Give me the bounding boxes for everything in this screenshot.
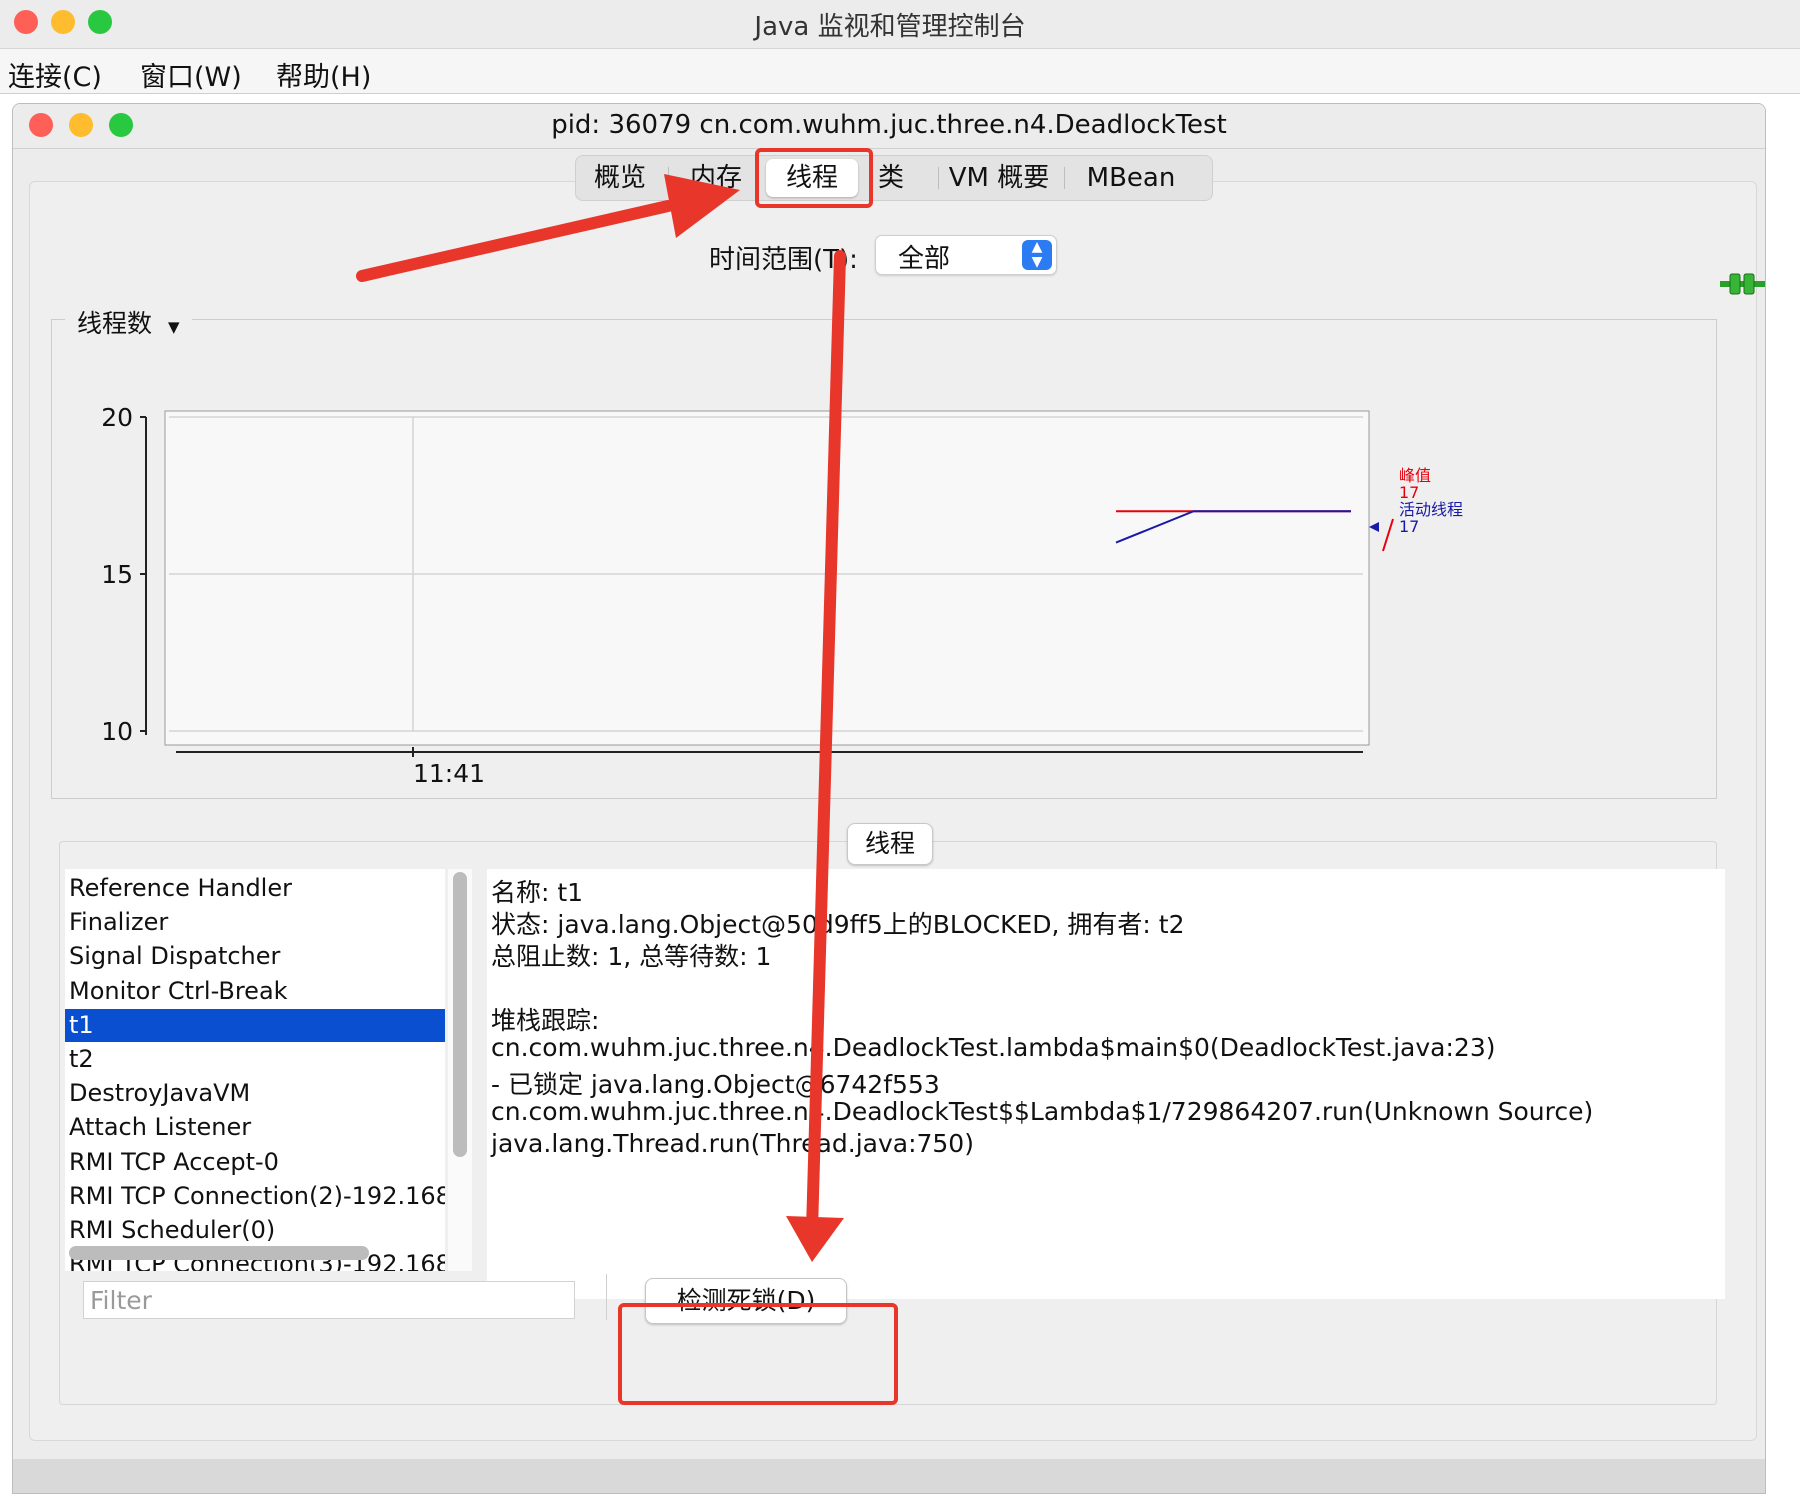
thread-list-horizontal-scrollbar[interactable] bbox=[69, 1246, 369, 1260]
inner-title-bar: pid: 36079 cn.com.wuhm.juc.three.n4.Dead… bbox=[13, 104, 1765, 149]
plot-area bbox=[164, 410, 1370, 746]
thread-detail-line: - 已锁定 java.lang.Object@6742f553 bbox=[491, 1070, 940, 1099]
annotation-highlight-threads-tab bbox=[755, 148, 873, 208]
thread-detail-line: 名称: t1 bbox=[491, 878, 584, 907]
thread-list-item[interactable]: RMI TCP Connection(2)-192.168 bbox=[65, 1180, 445, 1213]
y-tick-label: 10 bbox=[101, 717, 133, 746]
outer-window-title: Java 监视和管理控制台 bbox=[754, 12, 1026, 42]
thread-list-vertical-scrollbar[interactable] bbox=[453, 872, 467, 1157]
tab-vm-summary[interactable]: VM 概要 bbox=[940, 156, 1058, 200]
current-value-marker bbox=[1369, 522, 1379, 532]
thread-detail-line: 状态: java.lang.Object@50d9ff5上的BLOCKED, 拥… bbox=[491, 910, 1185, 939]
x-tick-label: 11:41 bbox=[413, 759, 485, 788]
menu-window[interactable]: 窗口(W) bbox=[140, 55, 242, 94]
tab-memory[interactable]: 内存 bbox=[670, 156, 762, 200]
thread-detail-line: java.lang.Thread.run(Thread.java:750) bbox=[491, 1129, 974, 1158]
tab-bar: 概览 内存 线程 类 VM 概要 MBean bbox=[575, 155, 1213, 201]
tab-divider bbox=[668, 167, 669, 189]
tab-divider bbox=[1064, 167, 1065, 189]
inner-window-title: pid: 36079 cn.com.wuhm.juc.three.n4.Dead… bbox=[551, 110, 1227, 140]
menu-connect[interactable]: 连接(C) bbox=[8, 55, 102, 94]
thread-count-chart: 20151011:41峰值17活动线程17 bbox=[101, 403, 1463, 788]
y-tick-label: 20 bbox=[101, 403, 133, 432]
thread-detail-line: cn.com.wuhm.juc.three.n4.DeadlockTest$$L… bbox=[491, 1097, 1594, 1126]
thread-list-item[interactable]: t2 bbox=[65, 1043, 445, 1076]
split-divider[interactable] bbox=[473, 869, 487, 1271]
connection-status-icon bbox=[1720, 273, 1765, 295]
time-range-value: 全部 bbox=[898, 244, 951, 274]
legend-connector bbox=[1382, 518, 1394, 552]
time-range-label: 时间范围(T): bbox=[709, 245, 858, 275]
thread-list-item[interactable]: RMI TCP Accept-0 bbox=[65, 1146, 445, 1179]
inner-window: pid: 36079 cn.com.wuhm.juc.three.n4.Dead… bbox=[12, 103, 1766, 1494]
thread-list[interactable]: Reference Handler Finalizer Signal Dispatc… bbox=[65, 869, 445, 1271]
thread-list-item[interactable]: Attach Listener bbox=[65, 1111, 445, 1144]
thread-filter-input[interactable] bbox=[83, 1281, 575, 1319]
menu-bar: 连接(C) 窗口(W) 帮助(H) bbox=[0, 49, 1800, 94]
menu-help[interactable]: 帮助(H) bbox=[276, 55, 371, 94]
annotation-highlight-deadlock-button bbox=[618, 1303, 898, 1405]
thread-list-item[interactable]: DestroyJavaVM bbox=[65, 1077, 445, 1110]
thread-list-item[interactable]: Finalizer bbox=[65, 906, 445, 939]
tab-mbean[interactable]: MBean bbox=[1066, 156, 1196, 200]
outer-title-bar: Java 监视和管理控制台 bbox=[0, 0, 1800, 49]
toolbar-divider bbox=[606, 1274, 607, 1320]
window-bottom-strip bbox=[13, 1459, 1765, 1493]
thread-list-item[interactable]: Reference Handler bbox=[65, 872, 445, 905]
tab-divider bbox=[938, 167, 939, 189]
thread-detail-line: cn.com.wuhm.juc.three.n4.DeadlockTest.la… bbox=[491, 1033, 1496, 1062]
thread-detail-pane: 名称: t1 状态: java.lang.Object@50d9ff5上的BLOC… bbox=[487, 869, 1725, 1299]
thread-list-item[interactable]: Signal Dispatcher bbox=[65, 940, 445, 973]
thread-detail-line: 堆栈跟踪: bbox=[491, 1006, 600, 1035]
y-tick-label: 15 bbox=[101, 560, 133, 589]
legend-series-value: 17 bbox=[1399, 517, 1419, 536]
thread-list-item[interactable]: Monitor Ctrl-Break bbox=[65, 975, 445, 1008]
chevron-up-down-icon: ▲ ▼ bbox=[1022, 240, 1052, 270]
thread-list-item[interactable]: t1 bbox=[65, 1008, 445, 1042]
thread-detail-line: 总阻止数: 1, 总等待数: 1 bbox=[491, 942, 772, 971]
tab-overview[interactable]: 概览 bbox=[576, 156, 664, 200]
thread-list-item[interactable]: RMI Scheduler(0) bbox=[65, 1214, 445, 1247]
threads-panel-header: 线程 bbox=[847, 823, 933, 865]
time-range-select[interactable]: 全部 ▲ ▼ bbox=[875, 235, 1057, 275]
